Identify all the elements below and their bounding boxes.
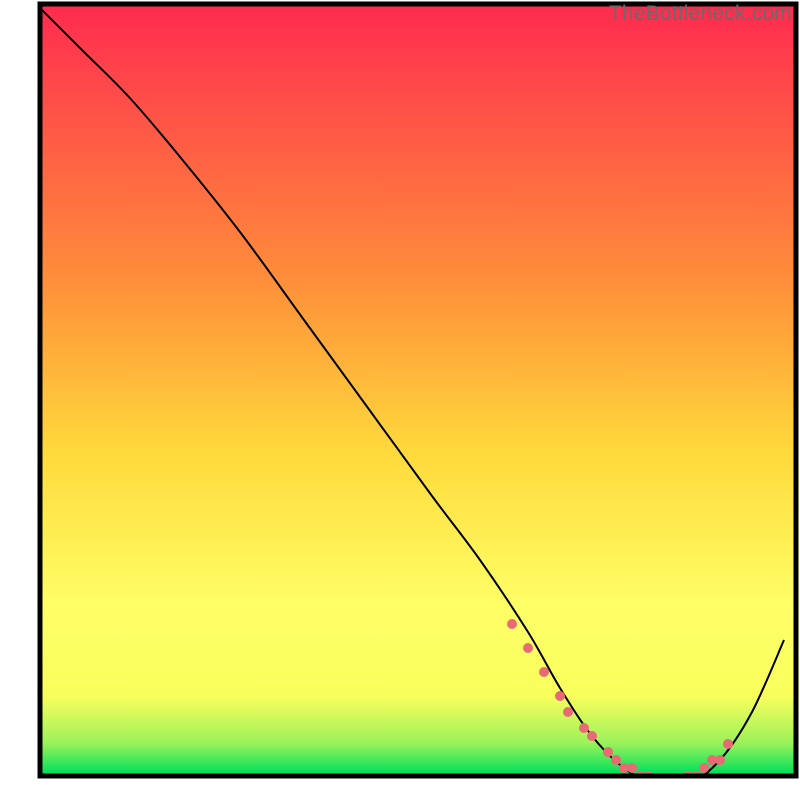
highlight-dot bbox=[507, 619, 517, 629]
highlight-dot bbox=[723, 739, 733, 749]
highlight-dot bbox=[523, 643, 533, 653]
chart-container: TheBottleneck.com bbox=[0, 0, 800, 800]
highlight-dot bbox=[555, 691, 565, 701]
plot-area bbox=[32, 0, 796, 789]
highlight-dot bbox=[675, 779, 685, 789]
watermark-text: TheBottleneck.com bbox=[609, 2, 792, 26]
highlight-dot bbox=[667, 779, 677, 789]
highlight-dot bbox=[699, 763, 709, 773]
highlight-dot bbox=[651, 779, 661, 789]
highlight-dot bbox=[627, 763, 637, 773]
highlight-dot bbox=[659, 779, 669, 789]
gradient-background bbox=[43, 7, 794, 774]
highlight-dot bbox=[563, 707, 573, 717]
highlight-dot bbox=[587, 731, 597, 741]
highlight-dot bbox=[603, 747, 613, 757]
highlight-dot bbox=[715, 755, 725, 765]
bottleneck-curve-chart bbox=[0, 0, 800, 800]
highlight-dot bbox=[539, 667, 549, 677]
highlight-dot bbox=[579, 723, 589, 733]
highlight-dot bbox=[611, 755, 621, 765]
